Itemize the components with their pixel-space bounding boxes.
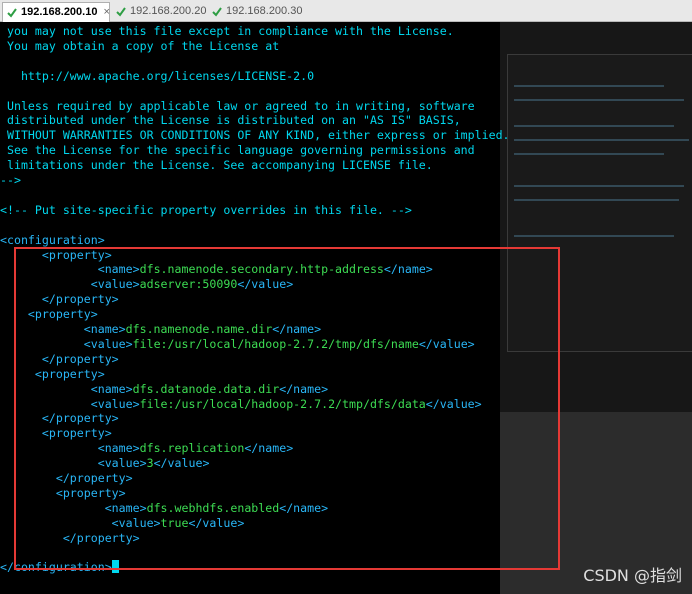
tab-label: 192.168.200.10	[21, 6, 98, 18]
tab-label: 192.168.200.20	[130, 5, 207, 17]
comment-text: You may obtain a copy of the License at	[0, 38, 280, 53]
comment-text: See the License for the specific languag…	[0, 143, 475, 158]
comment-text: WITHOUT WARRANTIES OR CONDITIONS OF ANY …	[0, 128, 510, 143]
session-tab-bar: 192.168.200.10 × 192.168.200.20 192.168.2…	[0, 0, 692, 22]
terminal-line: <configuration>	[0, 233, 105, 248]
comment-text: http://www.apache.org/licenses/LICENSE-2…	[0, 68, 315, 83]
watermark: CSDN @指剑	[583, 566, 682, 585]
terminal-line: You may obtain a copy of the License at	[0, 39, 279, 54]
comment-text: -->	[0, 173, 21, 187]
terminal-window[interactable]: you may not use this file except in comp…	[0, 22, 692, 594]
connected-check-icon	[7, 8, 17, 18]
comment-text: distributed under the License is distrib…	[0, 113, 461, 128]
terminal-line: -->	[0, 173, 21, 188]
terminal-line: <!-- Put site-specific property override…	[0, 203, 412, 218]
terminal-line: http://www.apache.org/licenses/LICENSE-2…	[0, 69, 314, 84]
comment-text: Unless required by applicable law or agr…	[0, 98, 475, 113]
tab-label: 192.168.200.30	[226, 5, 303, 17]
comment-text: <!-- Put site-specific property override…	[0, 202, 412, 217]
tab-session-1[interactable]: 192.168.200.10 ×	[2, 2, 110, 22]
close-tab-icon[interactable]: ×	[103, 3, 109, 22]
xml-tag-text: <configuration>	[0, 232, 105, 247]
terminal-line: you may not use this file except in comp…	[0, 24, 454, 39]
terminal-line: Unless required by applicable law or agr…	[0, 99, 475, 114]
terminal-line: See the License for the specific languag…	[0, 143, 475, 158]
tab-session-2[interactable]: 192.168.200.20	[112, 2, 212, 22]
connected-check-icon	[116, 7, 126, 17]
tab-session-3[interactable]: 192.168.200.30	[208, 2, 308, 22]
terminal-line: WITHOUT WARRANTIES OR CONDITIONS OF ANY …	[0, 128, 510, 143]
comment-text: limitations under the License. See accom…	[0, 158, 433, 173]
highlight-box	[14, 247, 560, 570]
comment-text: you may not use this file except in comp…	[0, 24, 454, 38]
terminal-line: limitations under the License. See accom…	[0, 158, 433, 173]
terminal-line: distributed under the License is distrib…	[0, 113, 461, 128]
connected-check-icon	[212, 7, 222, 17]
